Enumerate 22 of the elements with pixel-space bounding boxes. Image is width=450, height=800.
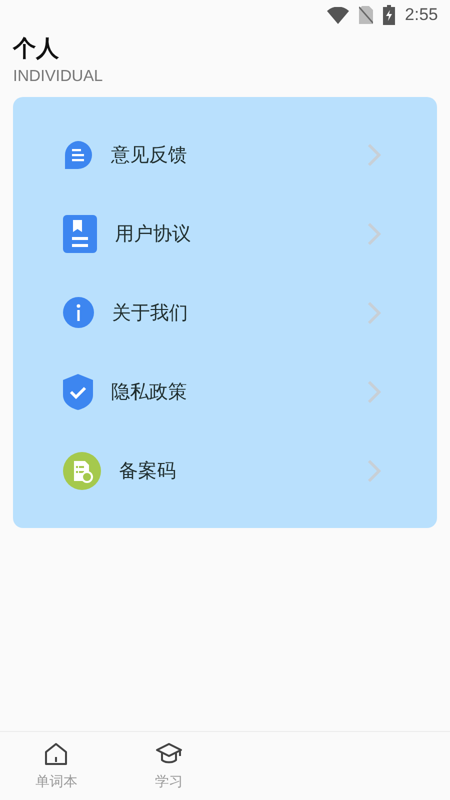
menu-item[interactable]: 隐私政策	[111, 378, 367, 404]
wifi-icon	[326, 6, 349, 24]
chevron-right-icon	[367, 458, 381, 482]
chat-bubble-icon	[63, 140, 93, 170]
chevron-right-icon	[367, 380, 381, 404]
page-subtitle: INDIVIDUAL	[13, 68, 103, 86]
battery-charging-icon	[382, 5, 395, 25]
document-icon	[63, 214, 97, 252]
home-icon	[43, 741, 70, 767]
no-sim-icon	[358, 6, 373, 24]
chevron-right-icon	[367, 300, 381, 324]
shield-check-icon	[63, 374, 93, 410]
menu-item[interactable]: 用户协议	[115, 220, 367, 246]
menu-item[interactable]: 关于我们	[112, 300, 367, 326]
page-title: 个人	[13, 35, 59, 64]
menu-item[interactable]: 备案码	[119, 458, 367, 484]
menu-item[interactable]: 意见反馈	[111, 142, 367, 168]
chevron-right-icon	[367, 222, 381, 246]
status-time: 2:55	[404, 5, 438, 25]
info-icon	[63, 297, 94, 328]
document-search-icon	[63, 452, 101, 490]
chevron-right-icon	[367, 142, 381, 166]
